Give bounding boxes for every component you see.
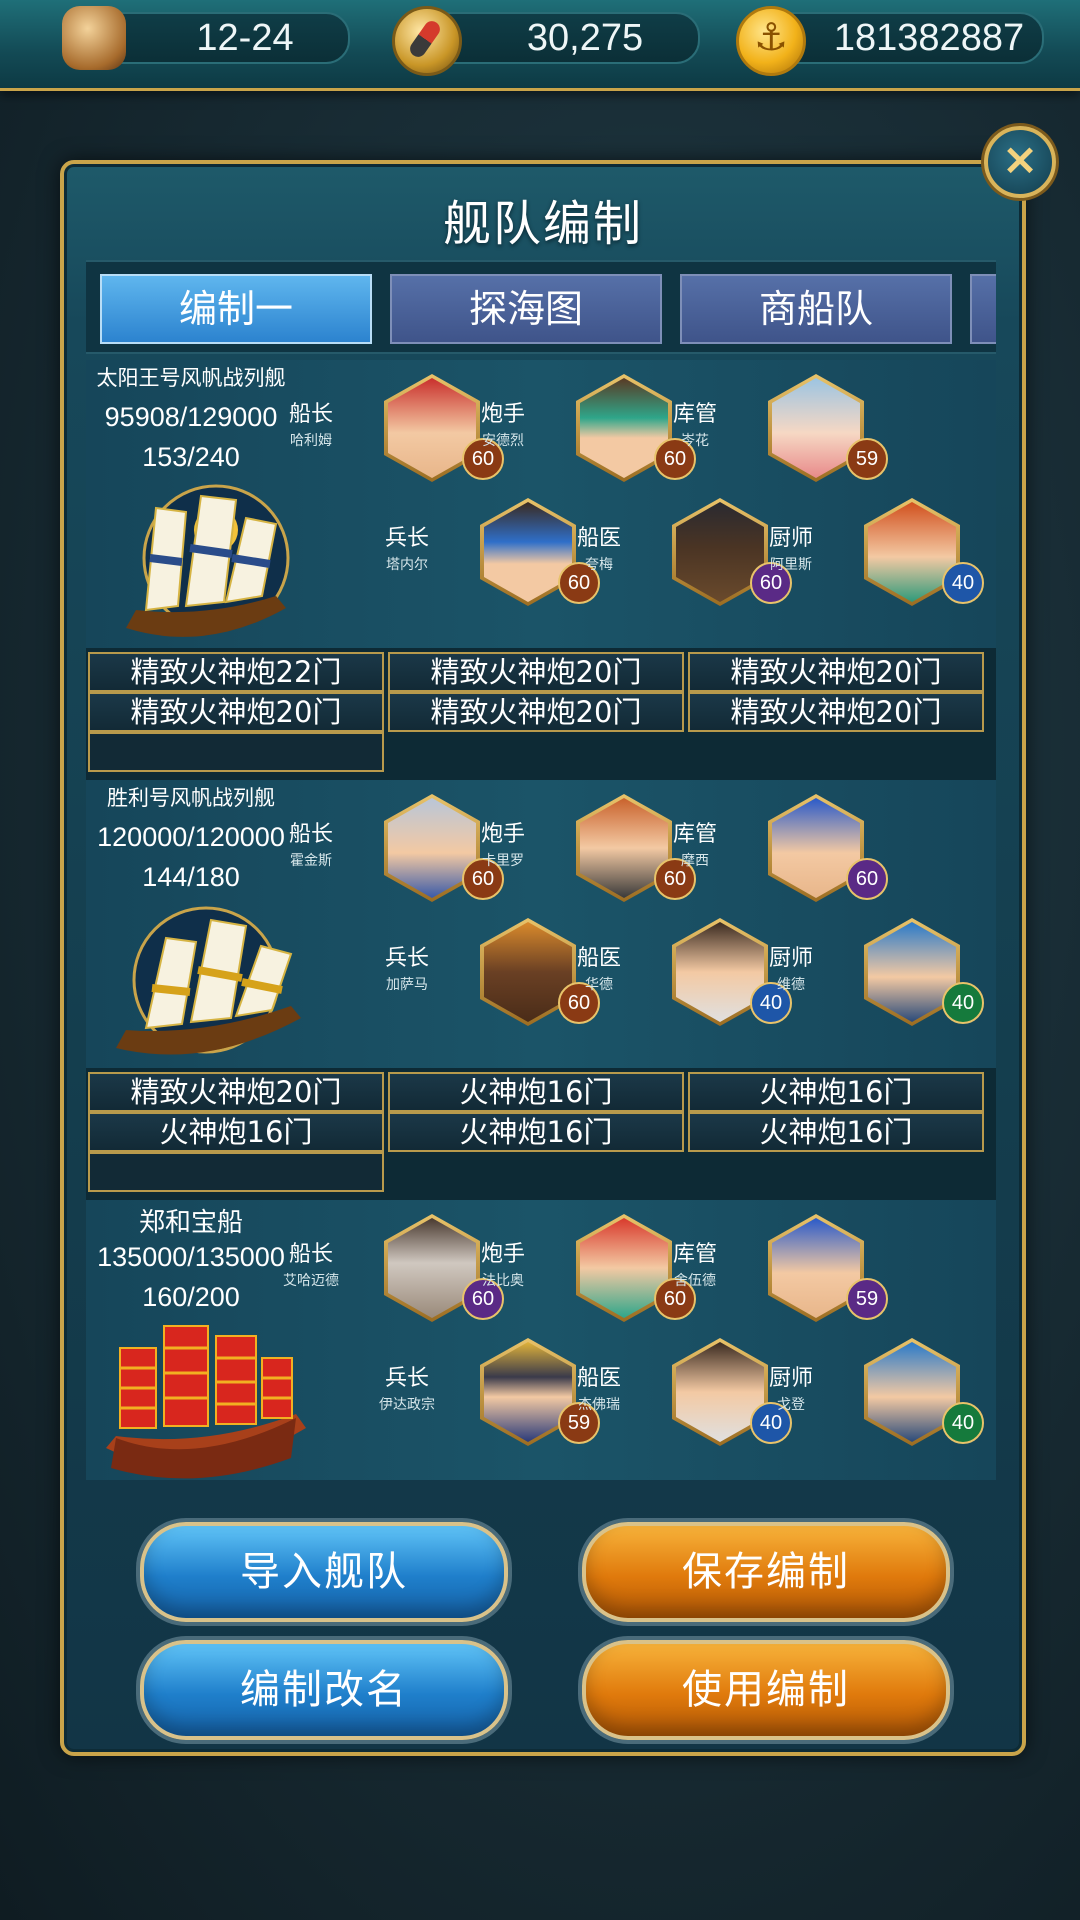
ship-crew: 160/200 <box>142 1282 240 1312</box>
cannon-slots: 精致火神炮20门 火神炮16门 火神炮16门 火神炮16门 火神炮16门 火神炮… <box>86 1068 996 1198</box>
hero-name: 哈利姆 <box>290 433 332 449</box>
tab-merchant-fleet[interactable]: 商船队 <box>680 274 952 344</box>
role-quartermaster: 库管 <box>672 822 717 847</box>
hero-name: 安德烈 <box>482 433 524 449</box>
panel-title: 舰队编制 <box>442 196 643 252</box>
save-formation-button[interactable]: 保存编制 <box>582 1522 950 1622</box>
cannon-slot-empty[interactable] <box>88 1152 384 1192</box>
tab-sea-map[interactable]: 探海图 <box>390 274 662 344</box>
top-status-bar: 12-24 30,275 181382887 <box>0 0 1080 91</box>
hourglass-icon <box>62 6 126 70</box>
close-icon: × <box>1001 134 1039 185</box>
hero-name: 阿里斯 <box>770 557 812 573</box>
role-gunner: 炮手 <box>480 1242 525 1267</box>
ship-crew: 153/240 <box>142 442 240 472</box>
galleon-ship-image[interactable] <box>86 898 316 1068</box>
role-sergeant: 兵长 <box>384 946 429 971</box>
hero-name: 法比奥 <box>482 1273 524 1289</box>
role-doctor: 船医 <box>576 1366 621 1391</box>
ship-crew: 144/180 <box>142 862 240 892</box>
hero-name: 霍金斯 <box>290 853 332 869</box>
ship-entry[interactable]: 胜利号风帆战列舰 120000/120000 144/180 船长 霍金斯 60… <box>86 780 996 1200</box>
ship-durability: 95908/129000 <box>104 402 278 432</box>
tab-formation-1[interactable]: 编制一 <box>100 274 372 344</box>
hero-name: 戈登 <box>777 1397 805 1413</box>
hero-name: 维德 <box>777 977 805 993</box>
cannon-slot[interactable]: 精致火神炮20门 <box>388 692 684 732</box>
cannon-slot[interactable]: 火神炮16门 <box>388 1072 684 1112</box>
gold-display: 181382887 <box>736 6 1044 76</box>
role-doctor: 船医 <box>576 946 621 971</box>
date-display: 12-24 <box>62 6 350 70</box>
hero-name: 塔内尔 <box>386 557 428 573</box>
level-badge: 59 <box>846 1278 888 1320</box>
role-doctor: 船医 <box>576 526 621 551</box>
role-cook: 厨师 <box>768 946 813 971</box>
role-quartermaster: 库管 <box>672 1242 717 1267</box>
ship-name: 胜利号风帆战列舰 <box>107 786 275 810</box>
level-badge: 40 <box>942 562 984 604</box>
ship-entry[interactable]: 郑和宝船 135000/135000 160/200 船长 艾哈迈德 60 炮手… <box>86 1200 996 1480</box>
cannon-slot[interactable]: 精致火神炮20门 <box>388 652 684 692</box>
level-badge: 40 <box>942 1402 984 1444</box>
role-gunner: 炮手 <box>480 402 525 427</box>
role-captain: 船长 <box>288 1242 333 1267</box>
role-sergeant: 兵长 <box>384 1366 429 1391</box>
hero-name: 华德 <box>585 977 613 993</box>
use-formation-button[interactable]: 使用编制 <box>582 1640 950 1740</box>
role-captain: 船长 <box>288 402 333 427</box>
role-cook: 厨师 <box>768 1366 813 1391</box>
level-badge: 59 <box>846 438 888 480</box>
tabs-bar: 编制一 探海图 商船队 <box>86 260 996 354</box>
hero-name: 岑花 <box>681 433 709 449</box>
level-badge: 40 <box>942 982 984 1024</box>
hero-name: 舍伍德 <box>674 1273 716 1289</box>
treasure-ship-image[interactable] <box>86 1318 316 1480</box>
cannon-slot[interactable]: 精致火神炮20门 <box>88 1072 384 1112</box>
role-gunner: 炮手 <box>480 822 525 847</box>
role-sergeant: 兵长 <box>384 526 429 551</box>
cannon-slot[interactable]: 火神炮16门 <box>388 1112 684 1152</box>
cannon-slot[interactable]: 火神炮16门 <box>88 1112 384 1152</box>
tab-more[interactable] <box>970 274 996 344</box>
hero-name: 卡里罗 <box>482 853 524 869</box>
ship-entry[interactable]: 太阳王号风帆战列舰 95908/129000 153/240 船长 哈利姆 60… <box>86 360 996 780</box>
galleon-ship-image[interactable] <box>86 478 316 648</box>
role-captain: 船长 <box>288 822 333 847</box>
level-badge: 60 <box>846 858 888 900</box>
role-quartermaster: 库管 <box>672 402 717 427</box>
ship-list[interactable]: 太阳王号风帆战列舰 95908/129000 153/240 船长 哈利姆 60… <box>86 360 996 1480</box>
gold-value: 181382887 <box>833 17 1025 59</box>
hero-name: 杰佛瑞 <box>578 1397 620 1413</box>
cannon-slot[interactable]: 精致火神炮20门 <box>88 692 384 732</box>
cannon-slot[interactable]: 火神炮16门 <box>688 1072 984 1112</box>
hero-name: 伊达政宗 <box>379 1397 435 1413</box>
ship-name: 郑和宝船 <box>138 1208 243 1238</box>
compass-icon <box>392 6 462 76</box>
rename-formation-button[interactable]: 编制改名 <box>140 1640 508 1740</box>
fleet-panel: 舰队编制 编制一 探海图 商船队 太阳王号风帆战列舰 95908/129000 … <box>60 160 1026 1756</box>
ship-name: 太阳王号风帆战列舰 <box>96 366 286 390</box>
hero-name: 摩西 <box>681 853 709 869</box>
gems-display: 30,275 <box>392 6 700 76</box>
hero-name: 夸梅 <box>585 557 613 573</box>
ship-durability: 120000/120000 <box>97 822 285 852</box>
ship-durability: 135000/135000 <box>97 1242 285 1272</box>
close-button[interactable]: × <box>984 126 1056 198</box>
gems-value: 30,275 <box>526 17 644 59</box>
cannon-slot[interactable]: 精致火神炮20门 <box>688 692 984 732</box>
cannon-slot[interactable]: 火神炮16门 <box>688 1112 984 1152</box>
cannon-slots: 精致火神炮22门 精致火神炮20门 精致火神炮20门 精致火神炮20门 精致火神… <box>86 648 996 778</box>
hero-name: 加萨马 <box>386 977 428 993</box>
role-cook: 厨师 <box>768 526 813 551</box>
import-fleet-button[interactable]: 导入舰队 <box>140 1522 508 1622</box>
date-value: 12-24 <box>196 17 294 59</box>
gold-coin-icon <box>736 6 806 76</box>
cannon-slot[interactable]: 精致火神炮20门 <box>688 652 984 692</box>
hero-name: 艾哈迈德 <box>283 1273 339 1289</box>
cannon-slot[interactable]: 精致火神炮22门 <box>88 652 384 692</box>
cannon-slot-empty[interactable] <box>88 732 384 772</box>
